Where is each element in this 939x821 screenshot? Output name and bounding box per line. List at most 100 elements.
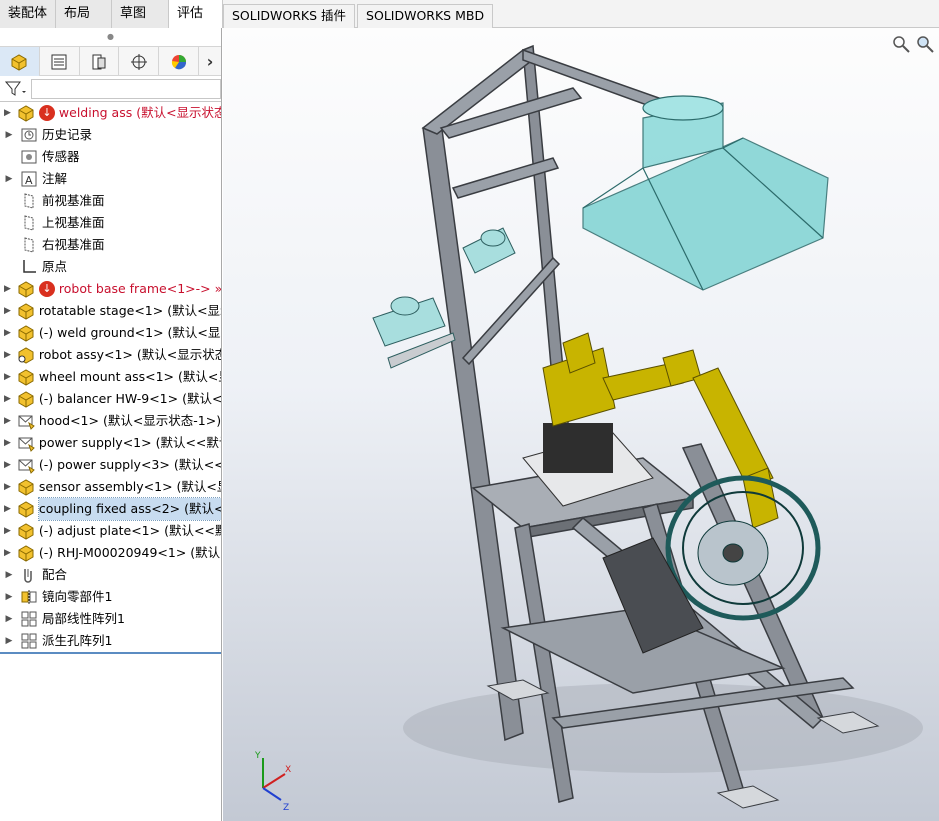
dimxpert-icon[interactable]	[119, 47, 160, 76]
tree-item[interactable]: ▶上视基准面	[0, 212, 221, 234]
feature-manager-icon[interactable]	[0, 47, 40, 76]
tree-item[interactable]: ▶ 配合	[0, 564, 221, 586]
filter-input[interactable]	[31, 78, 221, 99]
filter-row	[0, 76, 221, 102]
assembly-icon	[17, 280, 35, 298]
tree-item-label: coupling fixed ass<2> (默认<显	[37, 497, 221, 521]
mates-icon	[20, 566, 38, 584]
tree-item[interactable]: ▶ (-) RHJ-M00020949<1> (默认<	[0, 542, 221, 564]
panel-grip[interactable]: ●	[0, 28, 221, 46]
tree-item-label: 配合	[42, 567, 68, 582]
tree-item[interactable]: ▶传感器	[0, 146, 221, 168]
tree-item[interactable]: ▶ robot assy<1> (默认<显示状态	[0, 344, 221, 366]
assembly-icon	[17, 522, 35, 540]
tab-sketch[interactable]: 草图	[112, 0, 169, 28]
tree-item-label: welding ass (默认<显示状态-1	[58, 105, 222, 120]
svg-text:A: A	[25, 174, 33, 187]
tree-item-label: (-) power supply<3> (默认<<默	[38, 457, 222, 472]
tree-item-label: wheel mount ass<1> (默认<显	[38, 369, 222, 384]
expand-arrow-icon[interactable]: ▶	[4, 454, 11, 476]
tree-item[interactable]: ▶ (-) balancer HW-9<1> (默认<	[0, 388, 221, 410]
tree-item[interactable]: ▶ coupling fixed ass<2> (默认<显	[0, 497, 221, 521]
tree-item[interactable]: ▶ (-) power supply<3> (默认<<默	[0, 454, 221, 476]
tab-solidworks-addins[interactable]: SOLIDWORKS 插件	[223, 4, 356, 28]
tree-item[interactable]: ▶ wheel mount ass<1> (默认<显	[0, 366, 221, 388]
sensor-icon	[20, 148, 38, 166]
annotation-icon: A	[20, 170, 38, 188]
expand-arrow-icon[interactable]: ▶	[4, 322, 11, 344]
property-manager-icon[interactable]	[40, 47, 80, 76]
tree-item[interactable]: ▶右视基准面	[0, 234, 221, 256]
assembly-icon	[17, 302, 35, 320]
plane-icon	[20, 192, 38, 210]
envelope-icon	[17, 412, 35, 430]
expand-arrow-icon[interactable]: ▶	[4, 432, 11, 454]
tree-item-label: power supply<1> (默认<<默认	[38, 435, 222, 450]
assembly-icon	[17, 544, 35, 562]
assembly-icon	[17, 324, 35, 342]
configuration-manager-icon[interactable]	[80, 47, 120, 76]
tree-item[interactable]: ▶ (-) adjust plate<1> (默认<<默	[0, 520, 221, 542]
tab-evaluate[interactable]: 评估	[169, 0, 223, 28]
tab-assembly[interactable]: 装配体	[0, 0, 56, 28]
expand-arrow-icon[interactable]: ▶	[4, 630, 14, 652]
plane-icon	[20, 214, 38, 232]
tree-item-label: 原点	[42, 259, 68, 274]
pattern-icon	[20, 632, 38, 650]
tree-item[interactable]: ▶ ↓ robot base frame<1>-> »	[0, 278, 221, 300]
plane-icon	[20, 236, 38, 254]
expand-arrow-icon[interactable]: ▶	[4, 102, 11, 124]
expand-arrow-icon[interactable]: ▶	[4, 564, 14, 586]
graphics-viewport[interactable]: Y X Z	[223, 28, 939, 821]
model-render: Y X Z	[254, 44, 923, 813]
tree-item[interactable]: ▶ A 注解	[0, 168, 221, 190]
tree-item[interactable]: ▶ rotatable stage<1> (默认<显示	[0, 300, 221, 322]
tree-item-label: (-) adjust plate<1> (默认<<默	[38, 523, 222, 538]
tree-item-label: rotatable stage<1> (默认<显示	[38, 303, 222, 318]
assembly-icon	[17, 104, 35, 122]
expand-arrow-icon[interactable]: ▶	[4, 168, 14, 190]
tab-layout[interactable]: 布局	[56, 0, 112, 28]
rebuild-error-icon: ↓	[38, 105, 55, 121]
filter-icon[interactable]	[5, 80, 27, 98]
tree-item-label: hood<1> (默认<显示状态-1>)	[38, 413, 222, 428]
assembly-icon	[17, 390, 35, 408]
tree-item[interactable]: ▶ 镜向零部件1	[0, 586, 221, 608]
tree-item[interactable]: ▶ 派生孔阵列1	[0, 630, 221, 652]
expand-arrow-icon[interactable]: ▶	[4, 300, 11, 322]
axis-triad: Y X Z	[254, 751, 291, 813]
tree-item[interactable]: ▶ 历史记录	[0, 124, 221, 146]
expand-arrow-icon[interactable]: ▶	[4, 388, 11, 410]
tab-solidworks-mbd[interactable]: SOLIDWORKS MBD	[357, 4, 494, 28]
tree-item[interactable]: ▶ ↓ welding ass (默认<显示状态-1	[0, 102, 221, 124]
expand-arrow-icon[interactable]: ▶	[4, 542, 11, 564]
tree-item[interactable]: ▶ hood<1> (默认<显示状态-1>)	[0, 410, 221, 432]
tree-item[interactable]: ▶ sensor assembly<1> (默认<显	[0, 476, 221, 498]
tree-item[interactable]: ▶ 局部线性阵列1	[0, 608, 221, 630]
expand-arrow-icon[interactable]: ▶	[4, 278, 11, 300]
tree-item-label: 派生孔阵列1	[42, 633, 113, 648]
hood	[582, 95, 829, 291]
triad-y-label: Y	[254, 751, 261, 761]
chevron-right-icon[interactable]: ›	[199, 47, 221, 76]
display-manager-icon[interactable]	[159, 47, 200, 76]
expand-arrow-icon[interactable]: ▶	[4, 520, 11, 542]
pattern-icon	[20, 610, 38, 628]
expand-arrow-icon[interactable]: ▶	[4, 608, 14, 630]
expand-arrow-icon[interactable]: ▶	[4, 344, 11, 366]
expand-arrow-icon[interactable]: ▶	[4, 586, 14, 608]
tree-item[interactable]: ▶原点	[0, 256, 221, 278]
tree-item-label: (-) weld ground<1> (默认<显示	[38, 325, 222, 340]
manager-tabs: ›	[0, 46, 221, 76]
tree-item[interactable]: ▶ (-) weld ground<1> (默认<显示	[0, 322, 221, 344]
expand-arrow-icon[interactable]: ▶	[4, 124, 14, 146]
tree-item-label: (-) RHJ-M00020949<1> (默认<	[38, 545, 222, 560]
assembly-icon	[17, 478, 35, 496]
tree-item[interactable]: ▶前视基准面	[0, 190, 221, 212]
expand-arrow-icon[interactable]: ▶	[4, 410, 11, 432]
expand-arrow-icon[interactable]: ▶	[4, 498, 11, 520]
expand-arrow-icon[interactable]: ▶	[4, 366, 11, 388]
tree-item[interactable]: ▶ power supply<1> (默认<<默认	[0, 432, 221, 454]
tree-item-label: (-) balancer HW-9<1> (默认<	[38, 391, 222, 406]
expand-arrow-icon[interactable]: ▶	[4, 476, 11, 498]
